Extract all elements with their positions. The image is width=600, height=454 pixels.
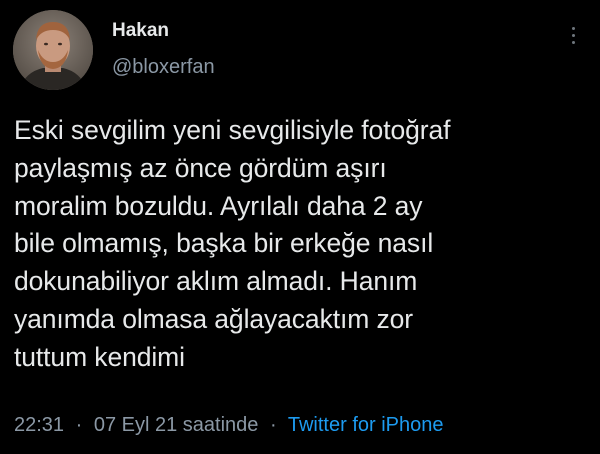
tweet-date[interactable]: 07 Eyl 21 saatinde (94, 414, 259, 436)
tweet-text-line: bile olmamış, başka bir erkeğe nasıl (14, 228, 434, 259)
tweet-text-line: paylaşmış az önce gördüm aşırı (14, 152, 387, 183)
tweet-text-line: yanımda olmasa ağlayacaktım zor (14, 303, 413, 334)
more-options-button[interactable] (562, 20, 586, 52)
tweet-text-line: Eski sevgilim yeni sevgilisiyle fotoğraf (14, 115, 451, 145)
avatar-photo (13, 10, 93, 90)
tweet-meta: 22:31 · 07 Eyl 21 saatinde · Twitter for… (14, 414, 443, 437)
tweet-text-line: moralim bozuldu. Ayrılalı daha 2 ay (14, 190, 423, 221)
tweet-text: Eski sevgilim yeni sevgilisiyle fotoğraf… (14, 112, 586, 377)
tweet-source-link[interactable]: Twitter for iPhone (288, 414, 444, 436)
avatar[interactable] (13, 10, 93, 90)
tweet-time[interactable]: 22:31 (14, 414, 64, 436)
tweet-text-line: dokunabiliyor aklım almadı. Hanım (14, 266, 418, 297)
tweet-text-line: tuttum kendimi (14, 341, 185, 372)
tweet-card: Hakan @bloxerfan Eski sevgilim yeni sevg… (0, 0, 600, 454)
separator: · (269, 414, 277, 436)
separator: · (75, 414, 83, 436)
display-name[interactable]: Hakan (112, 20, 169, 42)
user-handle[interactable]: @bloxerfan (112, 56, 215, 79)
